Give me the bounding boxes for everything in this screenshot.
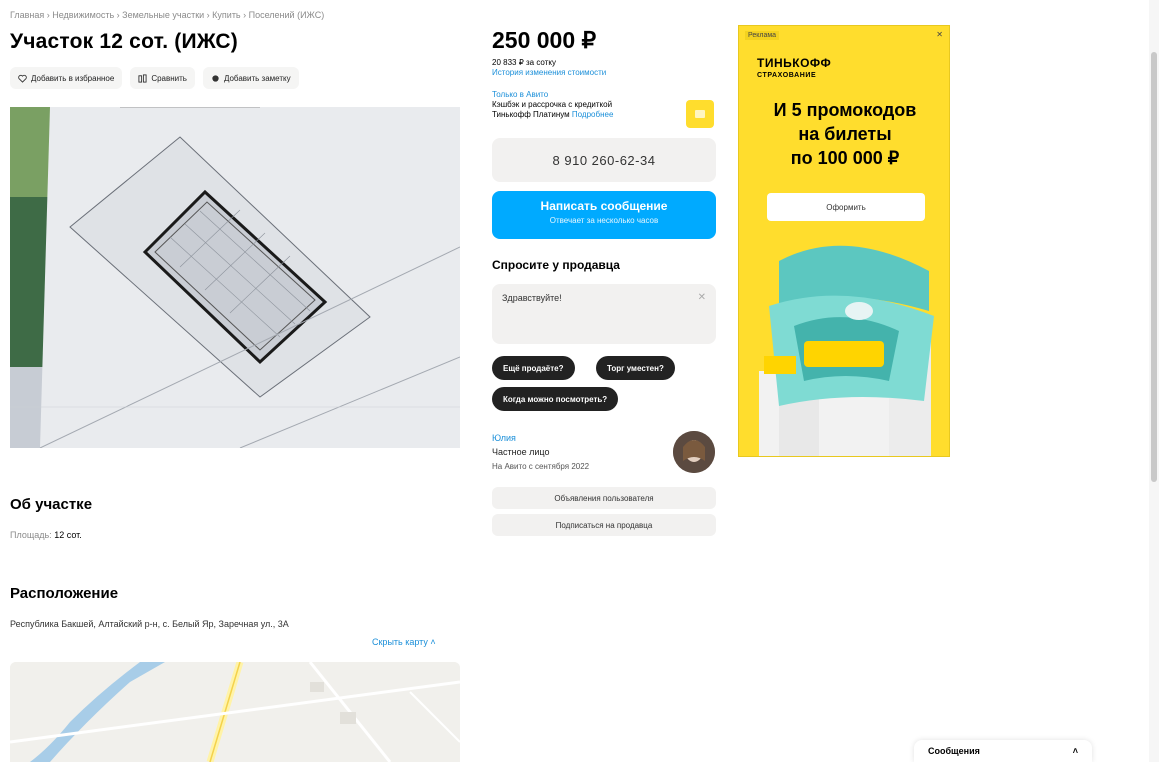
ad-brand-sub: СТРАХОВАНИЕ [757,72,817,79]
price-history-link[interactable]: История изменения стоимости [492,68,652,78]
add-note-button[interactable]: Добавить заметку [202,67,299,89]
ad-headline-line: по 100 000 ₽ [790,148,900,168]
toggle-map-link[interactable]: Скрыть карту ˄ [372,637,436,647]
listing-actions: Добавить в избранное Сравнить Добавить з… [10,67,299,89]
promo-text-2: Тинькофф Платинум [492,110,570,119]
price-per-unit: 20 833 ₽ за сотку [492,58,556,67]
subscribe-seller-button[interactable]: Подписаться на продавца [492,514,716,536]
price: 250 000 ₽ [492,27,597,53]
map[interactable] [10,662,460,762]
promo-block: Только в Авито Кэшбэк и рассрочка с кред… [492,90,682,120]
compare-icon [138,73,147,83]
seller-name[interactable]: Юлия [492,433,516,443]
promo-label: Только в Авито [492,90,549,99]
ad-headline-line: на билеты [798,124,892,144]
seller-type: Частное лицо [492,447,550,457]
ad-badge: Реклама [745,31,780,40]
ad-brand: ТИНЬКОФФ [757,56,832,70]
suitcase-illustration [759,245,934,456]
write-message-label: Написать сообщение [540,199,668,213]
about-title: Об участке [10,496,93,513]
clear-icon[interactable]: ✕ [698,292,706,303]
area-label: Площадь: [10,530,52,540]
map-tiles [10,662,460,762]
card-icon [686,100,714,128]
land-plan-image [10,107,460,448]
ad-headline: И 5 промокодов на билеты по 100 000 ₽ [739,98,949,170]
quick-question-chip[interactable]: Ещё продаёте? [492,356,575,380]
messages-panel-toggle[interactable]: Сообщения ˄ [914,740,1092,762]
promo-more-link[interactable]: Подробнее [572,110,614,119]
compare-button[interactable]: Сравнить [130,67,195,89]
area-row: Площадь: 12 сот. [10,530,82,540]
ask-seller-text: Здравствуйте! [502,293,562,303]
promo-text: Кэшбэк и рассрочка с кредиткой [492,100,613,109]
area-value: 12 сот. [54,530,82,540]
toggle-map-label: Скрыть карту [372,637,428,647]
quick-question-chip[interactable]: Торг уместен? [596,356,675,380]
avatar[interactable] [673,431,715,473]
quick-question-chip[interactable]: Когда можно посмотреть? [492,387,619,411]
location-title: Расположение [10,585,119,602]
seller-since: На Авито с сентября 2022 [492,462,590,471]
add-note-label: Добавить заметку [223,73,291,83]
page-title: Участок 12 сот. (ИЖС) [10,30,238,53]
ad-banner[interactable]: Реклама ✕ ТИНЬКОФФ СТРАХОВАНИЕ И 5 промо… [738,25,950,457]
address: Республика Бакшей, Алтайский р-н, с. Бел… [10,619,289,629]
add-to-favorites-label: Добавить в избранное [31,73,115,83]
add-to-favorites-button[interactable]: Добавить в избранное [10,67,123,89]
compare-label: Сравнить [151,73,187,83]
ask-seller-title: Спросите у продавца [492,258,620,272]
chevron-up-icon: ˄ [427,637,436,647]
write-message-button[interactable]: Написать сообщение Отвечает за несколько… [492,191,716,239]
scrollbar[interactable] [1149,0,1159,762]
ad-cta-button[interactable]: Оформить [767,193,925,221]
seller-ads-button[interactable]: Объявления пользователя [492,487,716,509]
chevron-up-icon: ˄ [1072,746,1078,756]
price-details: 20 833 ₽ за сотку История изменения стои… [492,58,652,78]
note-icon [212,74,219,82]
heart-icon [18,74,27,83]
scrollbar-thumb[interactable] [1151,52,1157,482]
ad-headline-line: И 5 промокодов [773,100,917,120]
messages-label: Сообщения [928,746,980,756]
listing-photo[interactable] [10,107,460,448]
ask-seller-input[interactable]: Здравствуйте! ✕ [492,284,716,344]
reply-time-label: Отвечает за несколько часов [549,216,659,225]
breadcrumb[interactable]: Главная › Недвижимость › Земельные участ… [10,10,324,20]
close-icon[interactable]: ✕ [936,30,943,39]
show-phone-button[interactable]: 8 910 260-62-34 [492,138,716,182]
